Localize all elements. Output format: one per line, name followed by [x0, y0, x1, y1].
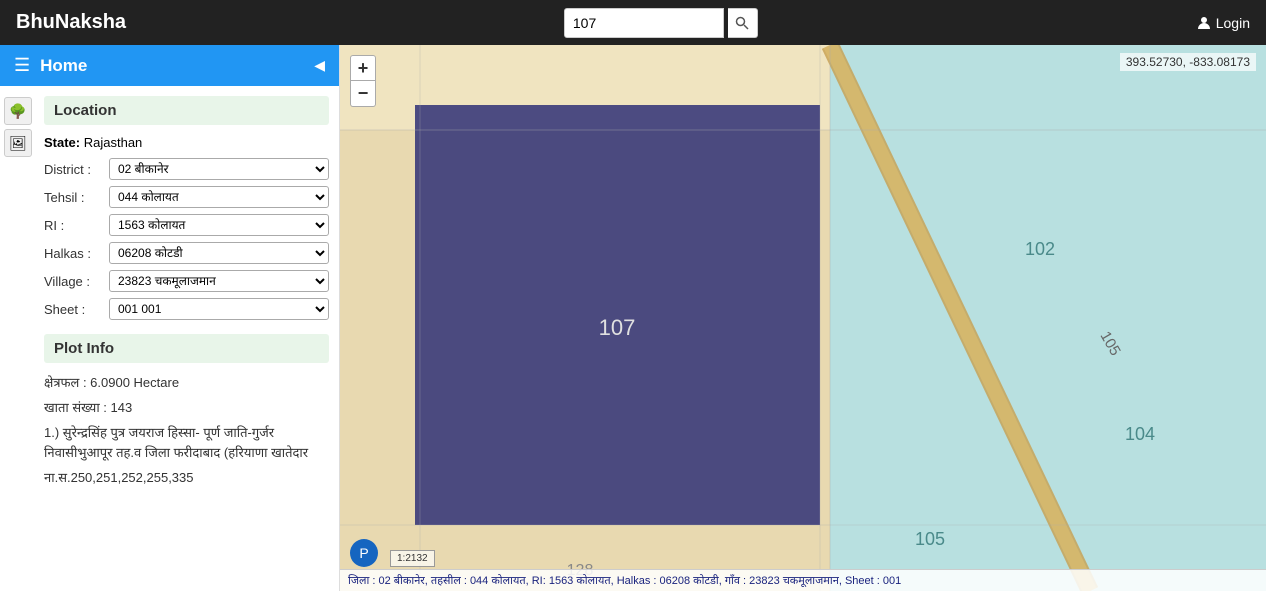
icon-strip: 🌳 🖼	[0, 91, 36, 163]
village-label: Village :	[44, 274, 109, 289]
svg-text:107: 107	[599, 315, 636, 340]
sheet-row: Sheet : 001 001	[44, 298, 329, 320]
zoom-out-button[interactable]: −	[350, 81, 376, 107]
svg-text:102: 102	[1025, 239, 1055, 259]
ri-label: RI :	[44, 218, 109, 233]
sidebar-content: Location State: Rajasthan District : 02 …	[0, 86, 339, 503]
owner-info: 1.) सुरेन्द्रसिंह पुत्र जयराज हिस्सा- पू…	[44, 423, 329, 465]
halkas-select[interactable]: 06208 कोटडी	[109, 242, 329, 264]
map-svg: 107 102 104 105 105 128	[340, 45, 1266, 591]
map-coordinates: 393.52730, -833.08173	[1120, 53, 1256, 71]
sheet-select[interactable]: 001 001	[109, 298, 329, 320]
village-select[interactable]: 23823 चकमूलाजमान	[109, 270, 329, 292]
village-row: Village : 23823 चकमूलाजमान	[44, 270, 329, 292]
home-label: Home	[40, 56, 87, 76]
search-bar	[564, 8, 758, 38]
brand-logo: BhuNaksha	[16, 11, 126, 34]
ri-row: RI : 1563 कोलायत	[44, 214, 329, 236]
district-row: District : 02 बीकानेर	[44, 158, 329, 180]
image-icon-button[interactable]: 🖼	[4, 129, 32, 157]
svg-text:105: 105	[915, 529, 945, 549]
hamburger-icon[interactable]: ☰	[14, 55, 30, 76]
plot-info-section: Plot Info क्षेत्रफल : 6.0900 Hectare खात…	[44, 334, 329, 489]
sidebar-collapse-button[interactable]: ◀	[314, 57, 325, 74]
plot-numbers: ना.स.250,251,252,255,335	[44, 468, 329, 489]
search-input[interactable]	[564, 8, 724, 38]
halkas-row: Halkas : 06208 कोटडी	[44, 242, 329, 264]
search-button[interactable]	[728, 8, 758, 38]
pin-icon: P	[359, 545, 368, 561]
state-value: Rajasthan	[84, 135, 143, 150]
login-button[interactable]: Login	[1196, 15, 1250, 31]
sheet-label: Sheet :	[44, 302, 109, 317]
zoom-controls: + −	[350, 55, 376, 107]
halkas-label: Halkas :	[44, 246, 109, 261]
district-label: District :	[44, 162, 109, 177]
user-icon	[1196, 15, 1212, 31]
plot-info-title: Plot Info	[44, 334, 329, 363]
district-select[interactable]: 02 बीकानेर	[109, 158, 329, 180]
sidebar-header: ☰ Home ◀	[0, 45, 339, 86]
navbar: BhuNaksha Login	[0, 0, 1266, 45]
location-section-title: Location	[44, 96, 329, 125]
zoom-in-button[interactable]: +	[350, 55, 376, 81]
map-status-bar: जिला : 02 बीकानेर, तहसील : 044 कोलायत, R…	[340, 569, 1266, 591]
svg-text:104: 104	[1125, 424, 1155, 444]
area-info: क्षेत्रफल : 6.0900 Hectare	[44, 373, 329, 394]
tehsil-row: Tehsil : 044 कोलायत	[44, 186, 329, 208]
map-scale: 1:2132	[390, 550, 435, 567]
main-layout: ☰ Home ◀ 🌳 🖼 Location State: Rajasthan D…	[0, 45, 1266, 591]
state-label-text: State:	[44, 135, 80, 150]
map-container[interactable]: 393.52730, -833.08173 + − 107 102 104 10…	[340, 45, 1266, 591]
ri-select[interactable]: 1563 कोलायत	[109, 214, 329, 236]
tree-icon-button[interactable]: 🌳	[4, 97, 32, 125]
plot-info-content: क्षेत्रफल : 6.0900 Hectare खाता संख्या :…	[44, 373, 329, 489]
account-info: खाता संख्या : 143	[44, 398, 329, 419]
sidebar-header-left: ☰ Home	[14, 55, 87, 76]
state-display: State: Rajasthan	[44, 135, 329, 150]
sidebar: ☰ Home ◀ 🌳 🖼 Location State: Rajasthan D…	[0, 45, 340, 591]
tehsil-label: Tehsil :	[44, 190, 109, 205]
search-icon	[735, 16, 749, 30]
map-location-pin[interactable]: P	[350, 539, 378, 567]
tehsil-select[interactable]: 044 कोलायत	[109, 186, 329, 208]
